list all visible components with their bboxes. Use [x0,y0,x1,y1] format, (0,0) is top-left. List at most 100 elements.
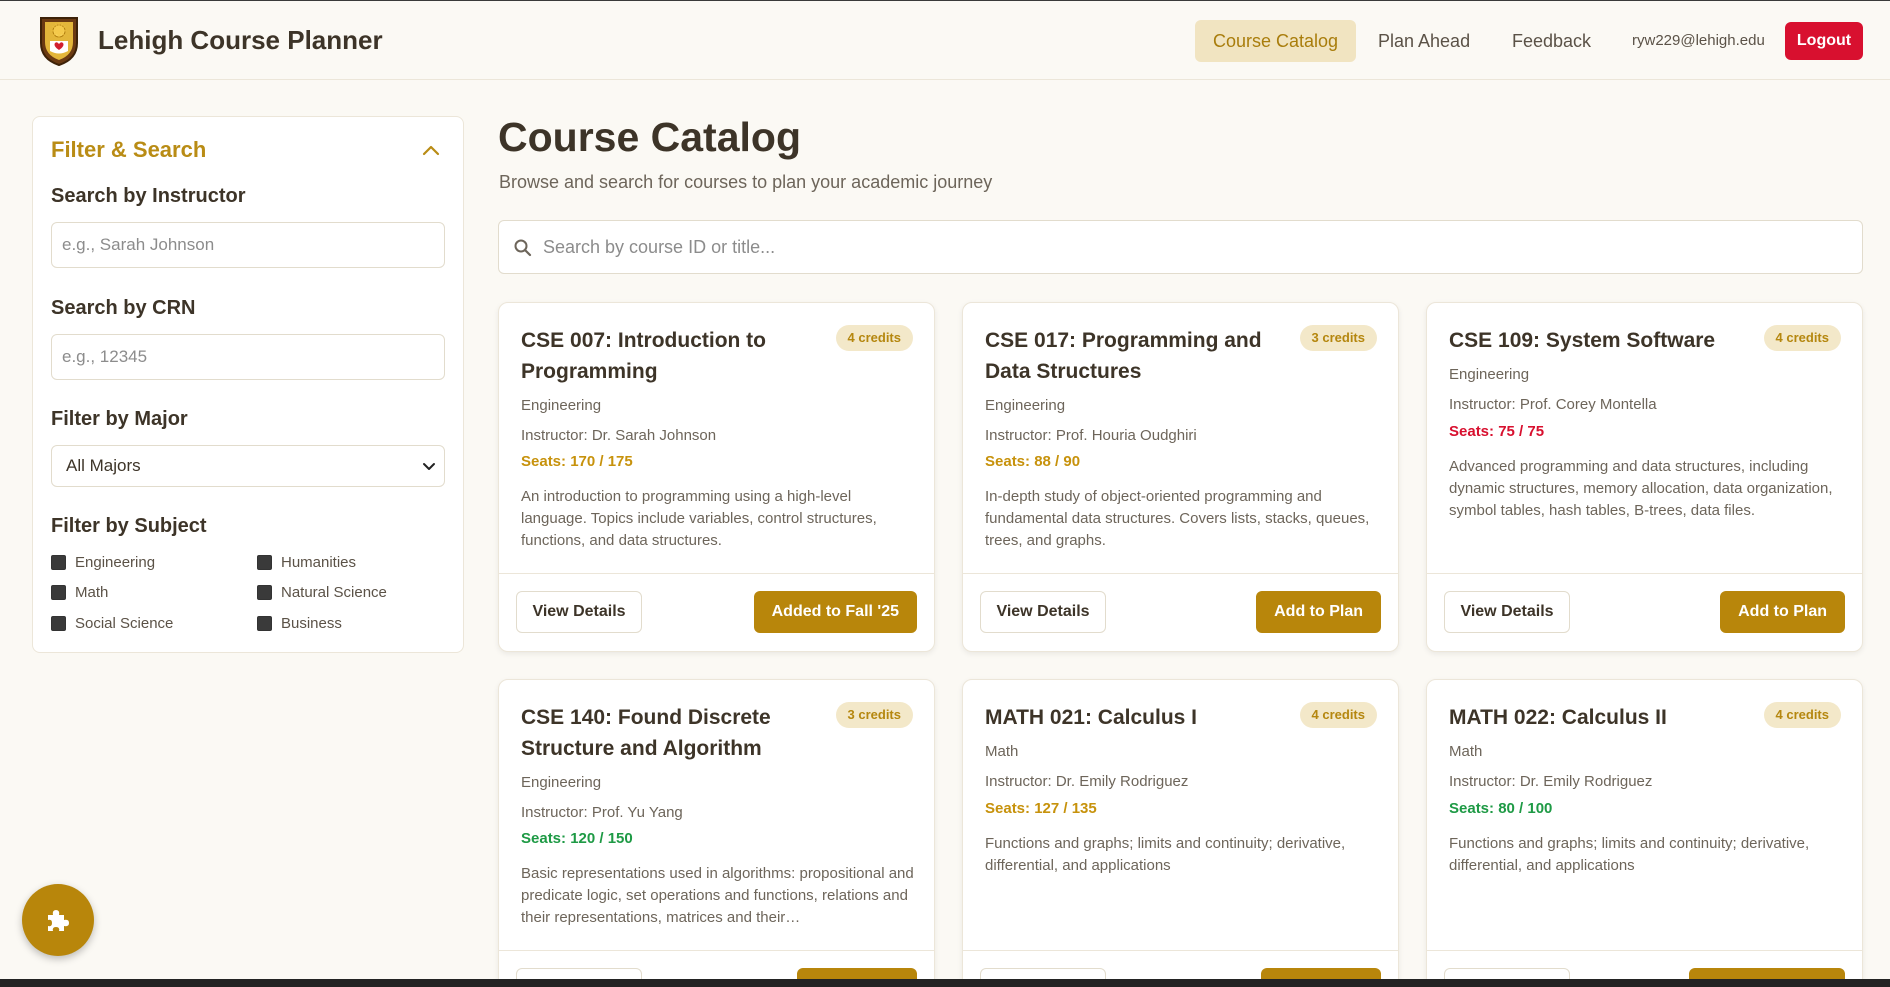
course-card[interactable]: CSE 007: Introduction to Programming 4 c… [498,302,935,652]
view-details-button[interactable]: View Details [980,591,1106,633]
app-brand-title[interactable]: Lehigh Course Planner [98,25,383,56]
nav-course-catalog[interactable]: Course Catalog [1195,20,1357,62]
course-subject: Math [1449,743,1483,760]
course-title[interactable]: MATH 022: Calculus II [1449,702,1749,733]
course-instructor: Instructor: Prof. Yu Yang [521,804,683,821]
subject-checkbox-natural-science[interactable]: Natural Science [257,584,387,601]
view-details-button[interactable]: View Details [1444,591,1570,633]
subject-checkbox-math[interactable]: Math [51,584,108,601]
course-description: Functions and graphs; limits and continu… [985,835,1346,874]
bottom-edge [0,979,1890,987]
subject-label: Engineering [75,554,156,571]
subject-label: Humanities [281,554,357,571]
subject-checkbox-humanities[interactable]: Humanities [257,554,356,571]
course-instructor: Instructor: Dr. Sarah Johnson [521,427,717,444]
card-divider [1427,950,1862,951]
subject-filter-label: Filter by Subject [51,515,207,537]
assistant-fab-button[interactable] [22,884,94,956]
checkbox-icon[interactable] [51,555,66,570]
checkbox-icon[interactable] [257,616,272,631]
credits-badge: 4 credits [1763,702,1841,728]
course-card[interactable]: CSE 017: Programming and Data Structures… [962,302,1399,652]
major-select[interactable]: All Majors [51,445,445,487]
course-subject: Engineering [521,774,602,791]
nav-plan-ahead[interactable]: Plan Ahead [1360,20,1488,62]
card-divider [499,950,934,951]
subject-checkbox-social-science[interactable]: Social Science [51,615,173,632]
card-divider [499,573,934,574]
credits-badge: 4 credits [1763,325,1841,351]
course-seats: Seats: 88 / 90 [985,453,1081,470]
filter-panel-title: Filter & Search [51,137,207,162]
course-instructor: Instructor: Dr. Emily Rodriguez [1449,773,1653,790]
instructor-search-label: Search by Instructor [51,185,246,207]
card-divider [963,573,1398,574]
page-subtitle: Browse and search for courses to plan yo… [499,172,993,192]
course-seats: Seats: 127 / 135 [985,800,1097,817]
subject-label: Social Science [75,615,174,632]
subject-label: Math [75,584,109,601]
course-instructor: Instructor: Dr. Emily Rodriguez [985,773,1189,790]
checkbox-icon[interactable] [257,585,272,600]
course-seats: Seats: 75 / 75 [1449,423,1545,440]
course-title[interactable]: CSE 140: Found Discrete Structure and Al… [521,702,821,764]
crn-search-input[interactable] [51,334,445,380]
view-details-button[interactable]: View Details [516,591,642,633]
app-header: Lehigh Course Planner Course Catalog Pla… [0,1,1890,80]
user-email: ryw229@lehigh.edu [1632,32,1765,49]
credits-badge: 3 credits [835,702,913,728]
logout-button[interactable]: Logout [1785,22,1863,60]
course-card[interactable]: CSE 109: System Software 4 credits Engin… [1426,302,1863,652]
course-subject: Math [985,743,1019,760]
course-search-input[interactable] [543,221,1843,273]
course-card[interactable]: MATH 022: Calculus II 4 credits Math Ins… [1426,679,1863,987]
credits-badge: 3 credits [1299,325,1377,351]
subject-label: Business [281,615,342,632]
add-to-plan-button[interactable]: Add to Plan [1256,591,1381,633]
course-search-bar[interactable] [498,220,1863,274]
course-instructor: Instructor: Prof. Corey Montella [1449,396,1657,413]
lehigh-logo-icon[interactable] [38,15,80,67]
checkbox-icon[interactable] [257,555,272,570]
crn-search-label: Search by CRN [51,297,196,319]
subject-checkbox-engineering[interactable]: Engineering [51,554,155,571]
add-to-plan-button[interactable]: Add to Plan [1720,591,1845,633]
course-subject: Engineering [521,397,602,414]
added-to-plan-button[interactable]: Added to Fall '25 [753,591,917,633]
credits-badge: 4 credits [835,325,913,351]
card-divider [963,950,1398,951]
course-card[interactable]: MATH 021: Calculus I 4 credits Math Inst… [962,679,1399,987]
course-description: Basic representations used in algorithms… [521,865,914,926]
course-description: Advanced programming and data structures… [1449,458,1833,519]
course-subject: Engineering [985,397,1066,414]
credits-badge: 4 credits [1299,702,1377,728]
course-card[interactable]: CSE 140: Found Discrete Structure and Al… [498,679,935,987]
course-description: An introduction to programming using a h… [521,488,877,549]
page-title: Course Catalog [498,114,801,160]
course-title[interactable]: CSE 007: Introduction to Programming [521,325,821,387]
course-description: Functions and graphs; limits and continu… [1449,835,1810,874]
nav-feedback[interactable]: Feedback [1494,20,1609,62]
course-seats: Seats: 80 / 100 [1449,800,1553,817]
subject-label: Natural Science [281,584,387,601]
course-title[interactable]: CSE 017: Programming and Data Structures [985,325,1285,387]
course-description: In-depth study of object-oriented progra… [985,488,1370,549]
puzzle-icon [48,910,69,931]
course-seats: Seats: 120 / 150 [521,830,633,847]
checkbox-icon[interactable] [51,616,66,631]
major-filter-label: Filter by Major [51,408,188,430]
major-select-value: All Majors [66,456,141,475]
chevron-up-icon[interactable] [421,141,441,161]
course-title[interactable]: CSE 109: System Software [1449,325,1749,356]
course-subject: Engineering [1449,366,1530,383]
checkbox-icon[interactable] [51,585,66,600]
chevron-down-icon [423,463,435,470]
instructor-search-input[interactable] [51,222,445,268]
course-seats: Seats: 170 / 175 [521,453,633,470]
subject-checkbox-business[interactable]: Business [257,615,342,632]
course-title[interactable]: MATH 021: Calculus I [985,702,1285,733]
search-icon [514,239,532,257]
filter-sidebar: Filter & Search Search by Instructor Sea… [32,116,464,653]
course-instructor: Instructor: Prof. Houria Oudghiri [985,427,1197,444]
card-divider [1427,573,1862,574]
